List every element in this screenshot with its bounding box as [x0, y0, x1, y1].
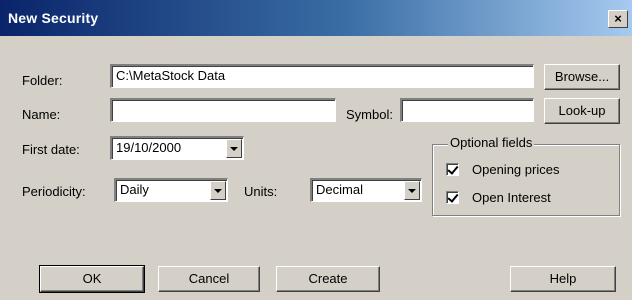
optional-fields-group — [432, 144, 620, 216]
help-button[interactable]: Help — [510, 266, 616, 292]
opening-prices-label[interactable]: Opening prices — [472, 162, 559, 177]
open-interest-label[interactable]: Open Interest — [472, 190, 551, 205]
symbol-label: Symbol: — [346, 107, 393, 122]
folder-label: Folder: — [22, 73, 63, 88]
ok-button[interactable]: OK — [39, 265, 145, 293]
periodicity-dropdown[interactable]: Daily — [114, 178, 228, 202]
cancel-button[interactable]: Cancel — [158, 266, 260, 292]
close-icon: × — [614, 11, 622, 26]
folder-field[interactable]: C:\MetaStock Data — [110, 64, 534, 88]
name-field[interactable] — [110, 98, 336, 122]
units-dropdown[interactable]: Decimal — [310, 178, 422, 202]
symbol-field[interactable] — [400, 98, 534, 122]
lookup-button[interactable]: Look-up — [544, 98, 620, 124]
first-date-label: First date: — [22, 142, 80, 157]
units-value: Decimal — [316, 182, 363, 197]
chevron-down-icon[interactable] — [226, 139, 242, 158]
create-button[interactable]: Create — [276, 266, 380, 292]
name-label: Name: — [22, 107, 61, 122]
periodicity-label: Periodicity: — [22, 184, 86, 199]
browse-button[interactable]: Browse... — [544, 64, 620, 90]
periodicity-value: Daily — [120, 182, 149, 197]
optional-fields-label: Optional fields — [448, 135, 535, 150]
close-button[interactable]: × — [608, 10, 628, 28]
chevron-down-icon[interactable] — [404, 181, 420, 200]
chevron-down-icon[interactable] — [210, 181, 226, 200]
units-label: Units: — [244, 184, 278, 199]
open-interest-checkbox[interactable] — [446, 191, 459, 204]
first-date-value: 19/10/2000 — [116, 140, 182, 155]
dialog-title: New Security — [8, 10, 99, 26]
first-date-dropdown[interactable]: 19/10/2000 — [110, 136, 244, 160]
opening-prices-checkbox[interactable] — [446, 163, 459, 176]
title-bar[interactable]: New Security × — [0, 0, 632, 36]
